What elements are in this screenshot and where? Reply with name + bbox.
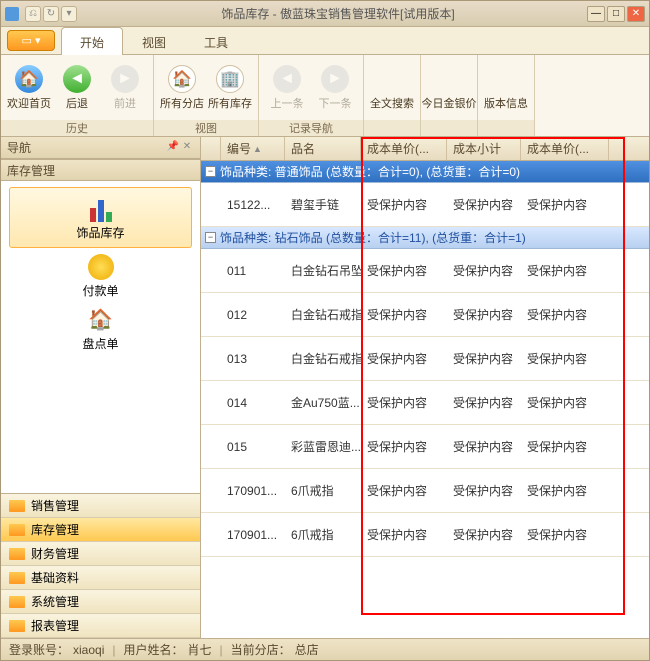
titlebar: ⎌ ↻ ▾ 饰品库存 - 傲蓝珠宝销售管理软件[试用版本] — □ ✕ xyxy=(1,1,649,27)
minimize-button[interactable]: — xyxy=(587,6,605,22)
folder-icon xyxy=(9,572,25,584)
nav-cat[interactable]: 库存管理 xyxy=(1,518,200,542)
qat-btn-2[interactable]: ↻ xyxy=(43,6,59,22)
data-grid: 编号▲ 品名 成本单价(... 成本小计 成本单价(... −饰品种类: 普通饰… xyxy=(201,137,649,638)
table-row[interactable]: 012白金钻石戒指受保护内容受保护内容受保护内容 xyxy=(201,293,649,337)
chart-icon xyxy=(85,194,117,222)
folder-icon xyxy=(9,548,25,560)
table-row[interactable]: 015彩蓝雷恩迪...受保护内容受保护内容受保护内容 xyxy=(201,425,649,469)
nav-item-inventory[interactable]: 🏠 盘点单 xyxy=(9,305,192,352)
ribbon-home[interactable]: 🏠欢迎首页 xyxy=(5,63,53,113)
pin-icon[interactable]: 📌 xyxy=(166,141,180,155)
folder-icon xyxy=(9,500,25,512)
table-row[interactable]: 170901...6爪戒指受保护内容受保护内容受保护内容 xyxy=(201,469,649,513)
col-cost2[interactable]: 成本单价(... xyxy=(521,137,609,160)
tab-view[interactable]: 视图 xyxy=(123,27,185,54)
col-subtotal[interactable]: 成本小计 xyxy=(447,137,521,160)
nav-title: 导航 xyxy=(7,139,31,156)
qat-btn-1[interactable]: ⎌ xyxy=(25,6,41,22)
ribbon-goldprice[interactable]: 今日金银价 xyxy=(425,63,473,113)
house-check-icon: 🏠 xyxy=(85,305,117,333)
ribbon-allstock[interactable]: 🏢所有库存 xyxy=(206,63,254,113)
collapse-icon[interactable]: − xyxy=(205,166,216,177)
status-bar: 登录账号：xiaoqi | 用户姓名：肖七 | 当前分店：总店 xyxy=(1,638,649,660)
app-icon xyxy=(5,7,19,21)
table-row[interactable]: 013白金钻石戒指受保护内容受保护内容受保护内容 xyxy=(201,337,649,381)
folder-icon xyxy=(9,524,25,536)
folder-icon xyxy=(9,596,25,608)
nav-cat[interactable]: 销售管理 xyxy=(1,494,200,518)
nav-section-stock[interactable]: 库存管理 xyxy=(1,159,200,181)
nav-panel: 导航 📌 ✕ 库存管理 饰品库存 付款单 🏠 盘点单 xyxy=(1,137,201,638)
maximize-button[interactable]: □ xyxy=(607,6,625,22)
nav-item-stock[interactable]: 饰品库存 xyxy=(9,187,192,248)
col-code[interactable]: 编号▲ xyxy=(221,137,285,160)
tab-start[interactable]: 开始 xyxy=(61,27,123,55)
ribbon-prev[interactable]: ◄上一条 xyxy=(263,63,311,113)
ribbon-forward[interactable]: ►前进 xyxy=(101,63,149,113)
tab-tools[interactable]: 工具 xyxy=(185,27,247,54)
group-row[interactable]: −饰品种类: 普通饰品 (总数量：合计=0), (总货重：合计=0) xyxy=(201,161,649,183)
qat-more[interactable]: ▾ xyxy=(61,6,77,22)
table-row[interactable]: 014金Au750蓝...受保护内容受保护内容受保护内容 xyxy=(201,381,649,425)
ribbon: 🏠欢迎首页 ◄后退 ►前进 历史 🏠所有分店 🏢所有库存 视图 ◄上一条 ►下一… xyxy=(1,55,649,137)
grid-header: 编号▲ 品名 成本单价(... 成本小计 成本单价(... xyxy=(201,137,649,161)
table-row[interactable]: 170901...6爪戒指受保护内容受保护内容受保护内容 xyxy=(201,513,649,557)
nav-cat[interactable]: 基础资料 xyxy=(1,566,200,590)
ribbon-allbranches[interactable]: 🏠所有分店 xyxy=(158,63,206,113)
col-name[interactable]: 品名 xyxy=(285,137,361,160)
ribbon-version[interactable]: 版本信息 xyxy=(482,63,530,113)
nav-close-icon[interactable]: ✕ xyxy=(180,141,194,155)
ribbon-back[interactable]: ◄后退 xyxy=(53,63,101,113)
close-button[interactable]: ✕ xyxy=(627,6,645,22)
sort-asc-icon: ▲ xyxy=(253,144,262,154)
nav-cat[interactable]: 报表管理 xyxy=(1,614,200,638)
menubar: ▭ ▾ 开始 视图 工具 xyxy=(1,27,649,55)
nav-item-payment[interactable]: 付款单 xyxy=(9,254,192,299)
col-expander[interactable] xyxy=(201,137,221,160)
ribbon-next[interactable]: ►下一条 xyxy=(311,63,359,113)
ribbon-fulltext[interactable]: 全文搜索 xyxy=(368,63,416,113)
col-cost1[interactable]: 成本单价(... xyxy=(361,137,447,160)
nav-cat[interactable]: 财务管理 xyxy=(1,542,200,566)
collapse-icon[interactable]: − xyxy=(205,232,216,243)
app-menu[interactable]: ▭ ▾ xyxy=(7,30,55,51)
coins-icon xyxy=(88,254,114,280)
table-row[interactable]: 15122...碧玺手链受保护内容受保护内容受保护内容 xyxy=(201,183,649,227)
window-title: 饰品库存 - 傲蓝珠宝销售管理软件[试用版本] xyxy=(89,5,587,22)
nav-cat[interactable]: 系统管理 xyxy=(1,590,200,614)
table-row[interactable]: 011白金钻石吊坠受保护内容受保护内容受保护内容 xyxy=(201,249,649,293)
group-row[interactable]: −饰品种类: 钻石饰品 (总数量：合计=11), (总货重：合计=1) xyxy=(201,227,649,249)
folder-icon xyxy=(9,620,25,632)
